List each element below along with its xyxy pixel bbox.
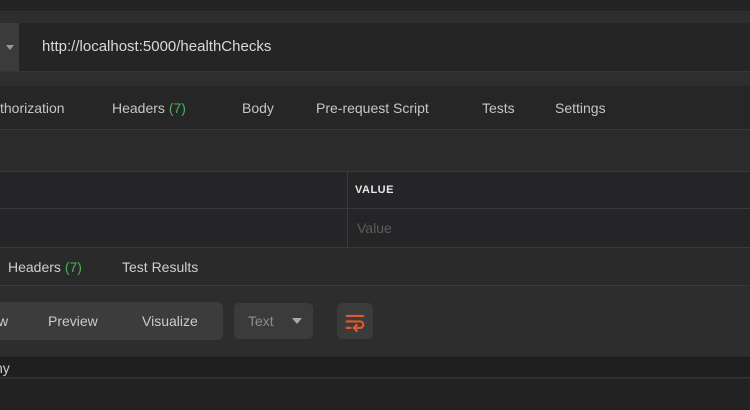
response-body-line[interactable]: hy [0, 357, 750, 378]
key-cell-input[interactable] [0, 210, 347, 247]
response-view-segmented-control: w Preview Visualize [0, 302, 223, 340]
response-tab-headers-count: (7) [65, 259, 82, 275]
api-client-window: http://localhost:5000/healthChecks thori… [0, 0, 750, 410]
wrap-text-icon [344, 310, 366, 332]
headers-key-value-table: VALUE Value [0, 171, 750, 248]
tab-headers[interactable]: Headers (7) [112, 86, 186, 130]
view-tab-preview[interactable]: Preview [48, 302, 98, 340]
view-tab-raw[interactable]: w [0, 302, 8, 340]
tab-pre-request-script[interactable]: Pre-request Script [316, 86, 429, 130]
top-bar [0, 0, 750, 12]
response-tab-test-results[interactable]: Test Results [122, 248, 198, 286]
response-body-text: hy [0, 358, 10, 378]
response-tabs: Headers (7) Test Results [0, 248, 750, 286]
request-tabs: thorization Headers (7) Body Pre-request… [0, 86, 750, 130]
tab-tests[interactable]: Tests [482, 86, 515, 130]
chevron-down-icon [6, 45, 14, 50]
tab-authorization[interactable]: thorization [0, 86, 65, 130]
section-gap [0, 131, 750, 171]
value-column-header: VALUE [355, 172, 394, 209]
url-bar: http://localhost:5000/healthChecks [0, 23, 750, 71]
response-tab-headers[interactable]: Headers (7) [8, 248, 82, 286]
tab-settings[interactable]: Settings [555, 86, 606, 130]
format-dropdown-value: Text [248, 303, 274, 339]
tab-headers-label: Headers [112, 100, 165, 116]
value-cell-input[interactable]: Value [357, 210, 750, 247]
response-tab-headers-label: Headers [8, 259, 61, 275]
tab-headers-count: (7) [169, 100, 186, 116]
format-dropdown[interactable]: Text [234, 303, 313, 339]
response-body-area [0, 379, 750, 410]
table-row: Value [0, 210, 750, 247]
view-tab-visualize[interactable]: Visualize [142, 302, 198, 340]
method-dropdown-edge[interactable] [0, 23, 19, 71]
url-row-bottom-padding [0, 71, 750, 86]
wrap-text-button[interactable] [337, 303, 373, 339]
table-header-row: VALUE [0, 172, 750, 209]
tab-body[interactable]: Body [242, 86, 274, 130]
request-url-input[interactable]: http://localhost:5000/healthChecks [19, 23, 750, 71]
url-row-top-padding [0, 13, 750, 23]
response-view-toolbar: w Preview Visualize Text [0, 287, 750, 357]
chevron-down-icon [292, 318, 302, 324]
